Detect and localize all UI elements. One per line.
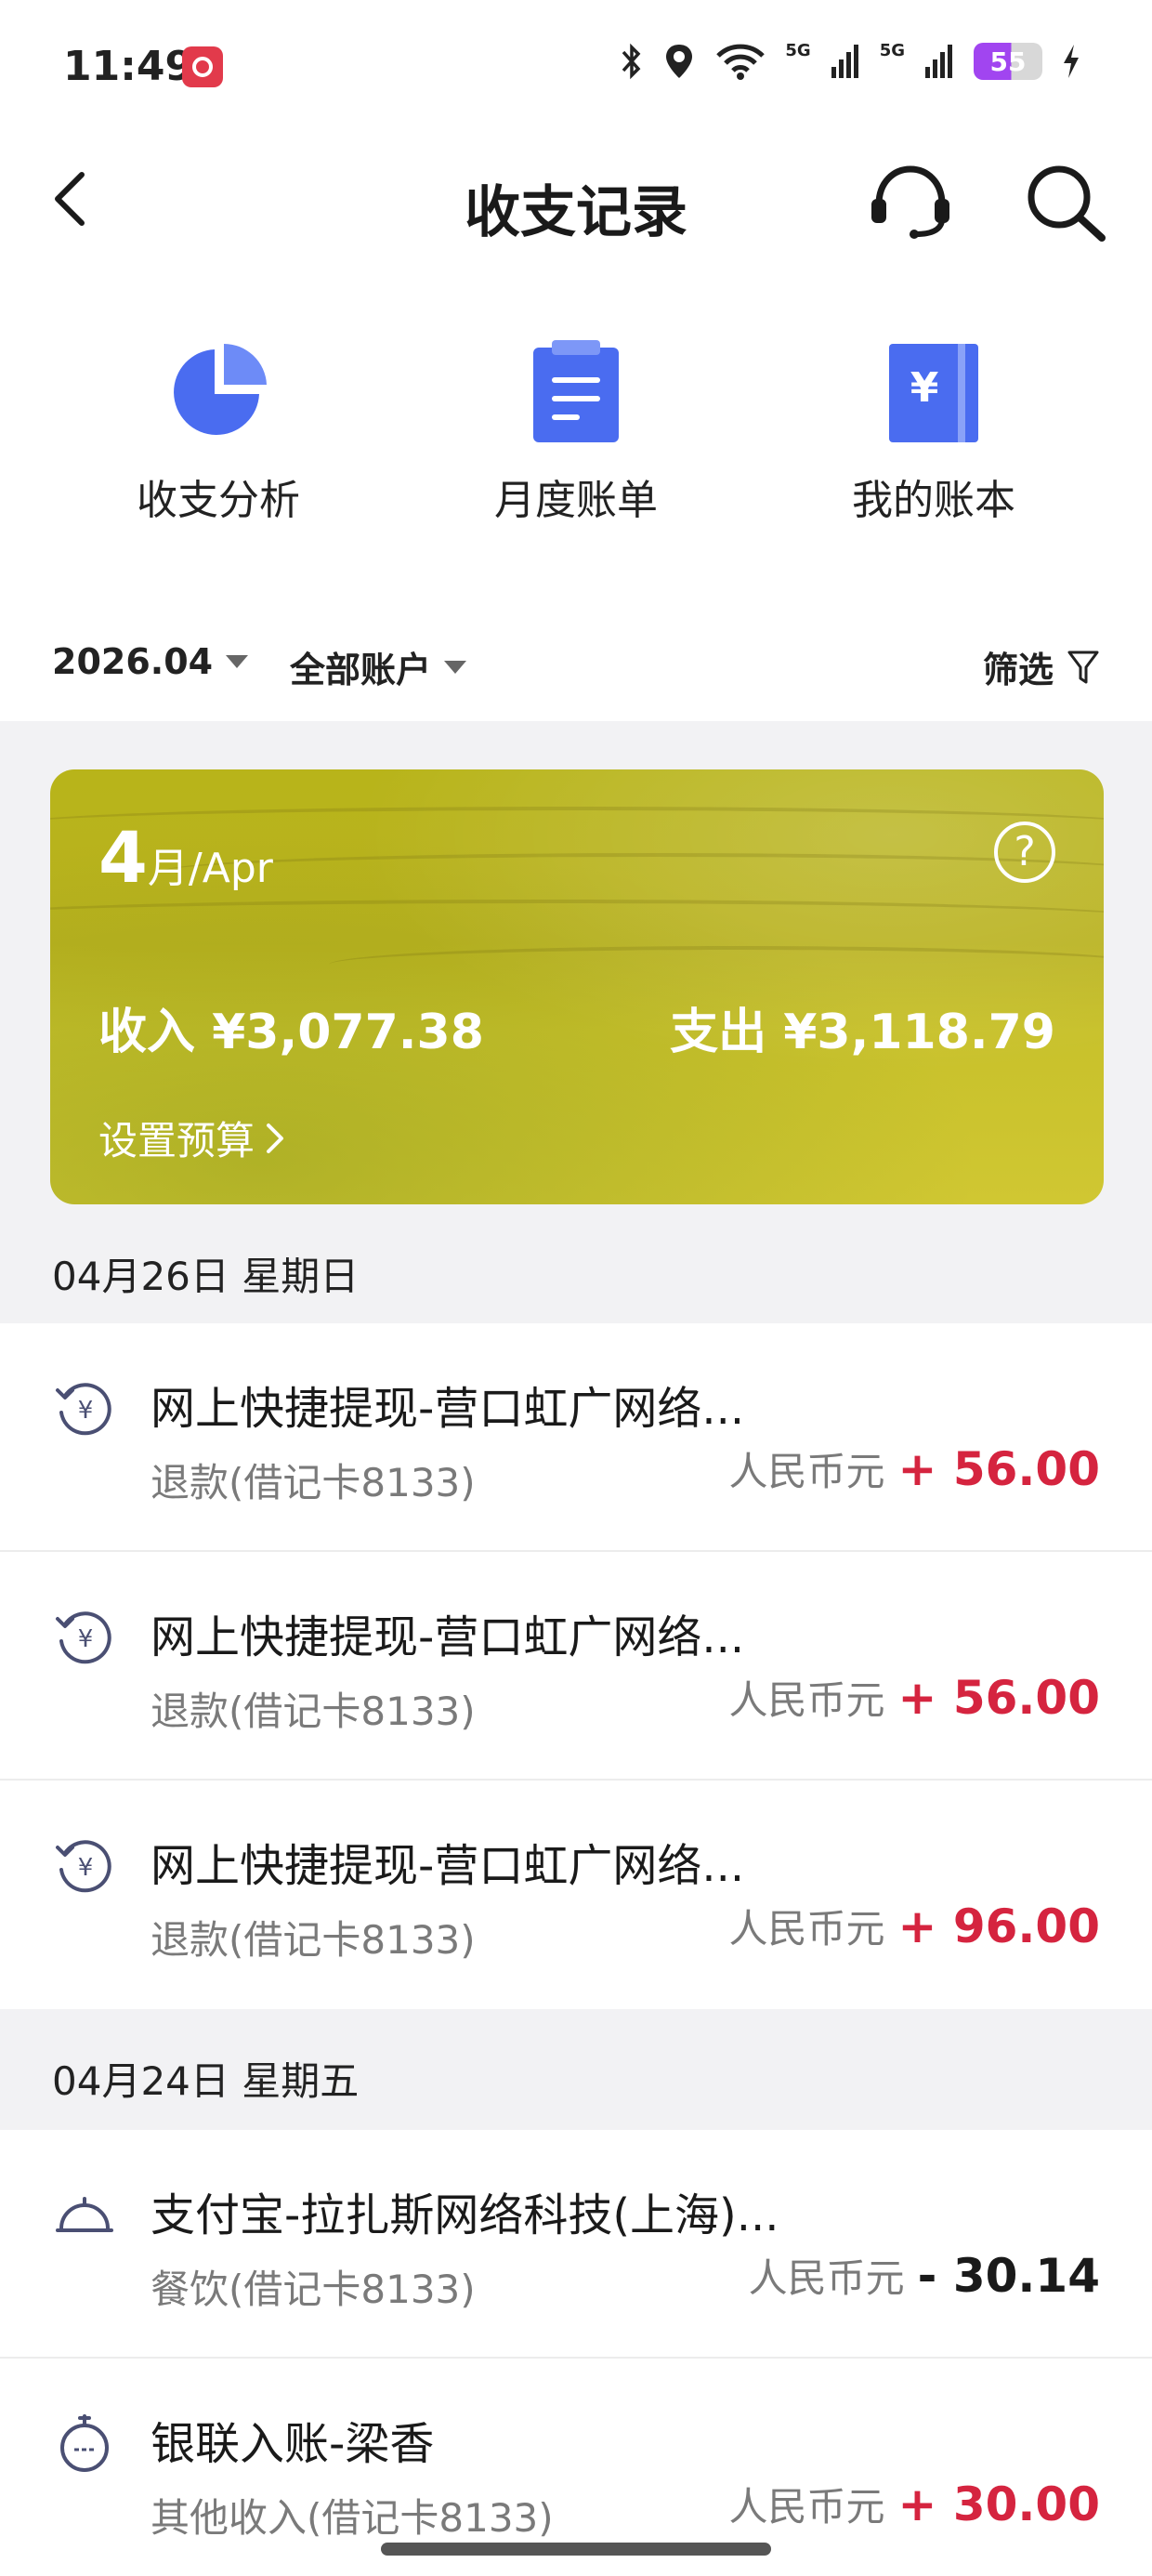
customer-service-icon[interactable] [866,162,955,240]
page-title: 收支记录 [465,180,687,245]
transaction-amount: 人民币元 + 56.00 [729,1669,1100,1726]
transaction-category: 餐饮(借记卡8133) [151,2267,476,2312]
wifi-icon [716,44,766,80]
transaction-category: 退款(借记卡8133) [151,1460,476,1505]
refund-icon: ¥ [56,1840,111,1893]
bluetooth-icon [622,43,641,80]
month-selector[interactable]: 2026.04 [52,641,249,682]
signal-type-2: 5G [879,40,905,60]
status-time: 11:49 [63,43,194,90]
transaction-category: 退款(借记卡8133) [151,1917,476,1963]
quick-action-monthly-bill[interactable]: 月度账单 [437,335,715,539]
amount-value: - 30.14 [917,2249,1100,2303]
filter-button[interactable]: 筛选 [983,641,1100,692]
date-header: 04月24日 星期五 [0,2009,1152,2130]
chevron-down-icon [226,655,249,668]
summary-income: 收入 ¥3,077.38 [98,1005,484,1060]
quick-action-analysis[interactable]: 收支分析 [79,335,358,539]
pie-chart-icon [174,343,267,435]
transaction-title: 支付宝-拉扎斯网络科技(上海)... [151,2189,779,2241]
amount-value: + 56.00 [897,1442,1100,1496]
summary-expense: 支出 ¥3,118.79 [670,1005,1055,1060]
month-selector-label: 2026.04 [52,641,214,682]
summary-month-number: 4 [98,816,148,899]
set-budget-link[interactable]: 设置预算 [98,1110,286,1166]
amount-value: + 56.00 [897,1671,1100,1725]
battery-indicator: 55 [974,43,1042,80]
chevron-right-icon [267,1123,284,1153]
amount-value: + 96.00 [897,1899,1100,1953]
location-icon [666,45,693,78]
transaction-amount: 人民币元 + 96.00 [729,1898,1100,1954]
quick-action-label: 收支分析 [137,477,300,524]
svg-text:¥: ¥ [910,364,939,412]
transaction-category: 退款(借记卡8133) [151,1689,476,1734]
currency-label: 人民币元 [728,1449,885,1494]
quick-action-ledger[interactable]: ¥ 我的账本 [794,335,1073,539]
account-selector-label: 全部账户 [290,650,432,690]
svg-text:¥: ¥ [78,1397,94,1425]
transaction-amount: 人民币元 + 56.00 [729,1440,1100,1497]
monthly-summary-card: 4月/Apr ? 收入 ¥3,077.38 支出 ¥3,118.79 设置预算 [50,769,1104,1204]
transaction-amount: 人民币元 - 30.14 [749,2247,1100,2304]
ledger-icon: ¥ [889,344,978,442]
currency-label: 人民币元 [728,1677,885,1723]
chevron-down-icon [444,660,467,674]
date-header: 04月26日 星期日 [0,1204,1152,1323]
currency-label: 人民币元 [728,1906,885,1952]
filter-button-label: 筛选 [982,650,1054,690]
status-indicators: 5G 5G 55 [620,41,1081,82]
status-bar: 11:49 5G 5G 55 [0,0,1152,139]
other-income-icon [60,2414,109,2472]
transaction-row[interactable]: ¥ 网上快捷提现-营口虹广网络... 退款(借记卡8133) 人民币元 + 56… [0,1323,1152,1552]
transaction-title: 网上快捷提现-营口虹广网络... [151,1840,745,1892]
account-selector[interactable]: 全部账户 [290,641,467,692]
refund-icon: ¥ [56,1383,111,1436]
summary-month-suffix: 月/Apr [147,845,273,892]
transaction-row[interactable]: 支付宝-拉扎斯网络科技(上海)... 餐饮(借记卡8133) 人民币元 - 30… [0,2130,1152,2359]
signal-icon-2 [925,45,952,78]
app-notification-icon [182,46,223,87]
search-icon[interactable] [1022,160,1109,243]
currency-label: 人民币元 [728,2484,885,2530]
clipboard-icon [533,340,619,442]
quick-action-label: 月度账单 [494,477,658,524]
set-budget-label: 设置预算 [98,1118,255,1163]
quick-action-label: 我的账本 [852,477,1015,524]
home-indicator[interactable] [381,2543,771,2556]
transaction-row[interactable]: ¥ 网上快捷提现-营口虹广网络... 退款(借记卡8133) 人民币元 + 56… [0,1552,1152,1781]
summary-month: 4月/Apr [98,816,273,899]
quick-actions: 收支分析 月度账单 ¥ 我的账本 [0,335,1152,539]
top-nav: 收支记录 [0,139,1152,260]
transaction-title: 网上快捷提现-营口虹广网络... [151,1383,745,1435]
transaction-row[interactable]: ¥ 网上快捷提现-营口虹广网络... 退款(借记卡8133) 人民币元 + 96… [0,1781,1152,2009]
signal-icon [831,45,858,78]
help-icon[interactable]: ? [994,821,1055,883]
filter-icon [1067,651,1099,683]
filter-bar: 2026.04 全部账户 筛选 [0,613,1152,721]
transaction-amount: 人民币元 + 30.00 [729,2476,1100,2532]
transaction-title: 网上快捷提现-营口虹广网络... [151,1611,745,1663]
charging-icon [1064,45,1079,78]
currency-label: 人民币元 [748,2255,905,2301]
amount-value: + 30.00 [897,2477,1100,2531]
transaction-category: 其他收入(借记卡8133) [151,2495,554,2541]
transaction-title: 银联入账-梁香 [151,2418,435,2470]
dining-cloche-icon [56,2197,113,2232]
signal-type-1: 5G [785,40,811,60]
svg-text:¥: ¥ [78,1854,94,1882]
svg-text:¥: ¥ [78,1625,94,1653]
refund-icon: ¥ [56,1611,111,1664]
